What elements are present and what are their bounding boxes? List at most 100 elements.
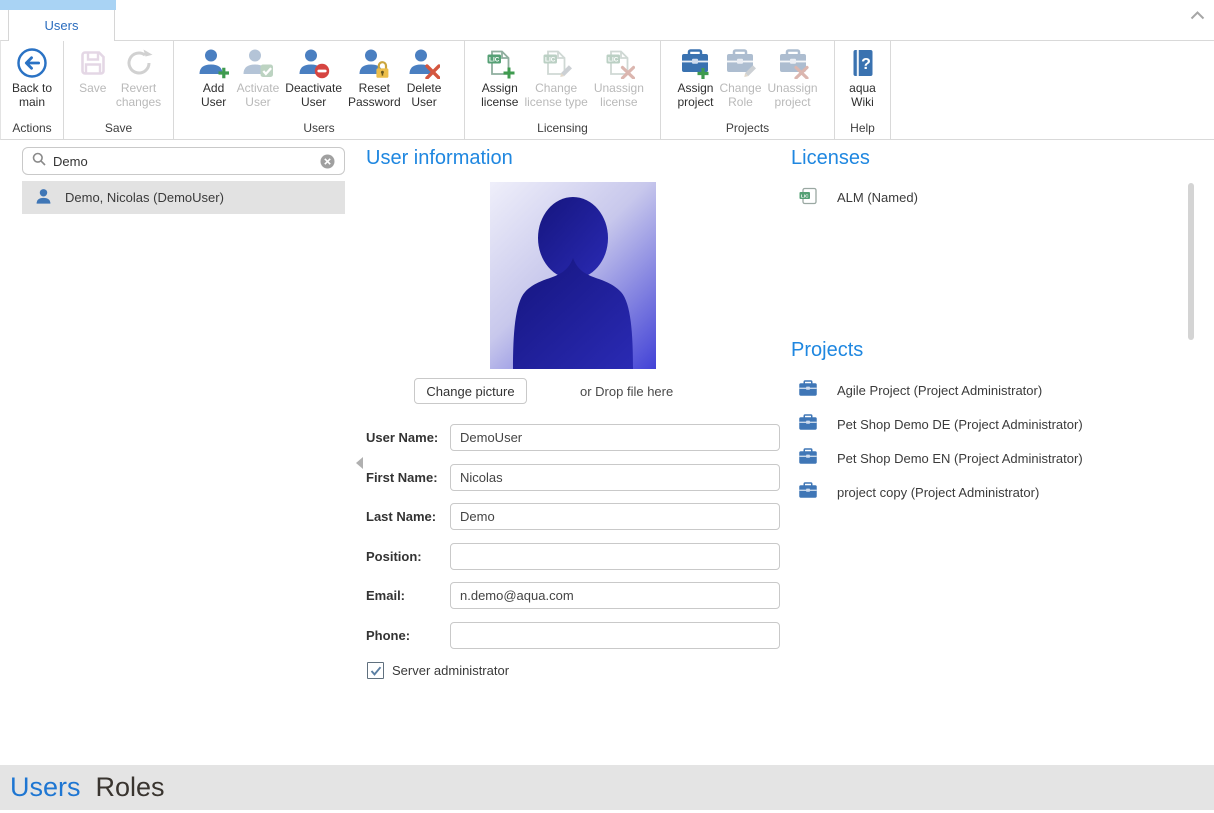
floppy-disk-icon	[76, 46, 110, 80]
user-check-icon	[241, 46, 275, 80]
user-avatar	[490, 182, 656, 369]
ribbon-group-label: Licensing	[465, 120, 660, 139]
user-delete-icon	[407, 46, 441, 80]
field-label: User Name:	[366, 430, 450, 445]
ribbon-collapse-chevron-icon[interactable]	[1190, 7, 1205, 25]
project-item[interactable]: project copy (Project Administrator)	[798, 482, 1039, 502]
back-arrow-icon	[15, 46, 49, 80]
form-row-position: Position:	[366, 543, 780, 570]
briefcase-icon	[798, 482, 818, 502]
button-label: Unassign project	[768, 81, 818, 109]
footer-tab-users[interactable]: Users	[10, 772, 81, 803]
project-item[interactable]: Pet Shop Demo EN (Project Administrator)	[798, 448, 1083, 468]
ribbon-group-label: Save	[64, 120, 173, 139]
button-label: Activate User	[237, 81, 280, 109]
save-button[interactable]: Save	[73, 44, 113, 97]
license-icon: LIC	[798, 187, 818, 208]
change-role-button[interactable]: Change Role	[716, 44, 764, 111]
ribbon-tab-label: Users	[45, 18, 79, 33]
user-lock-icon	[357, 46, 391, 80]
button-label: Deactivate User	[285, 81, 342, 109]
collapse-panel-arrow-icon[interactable]	[356, 456, 363, 474]
svg-text:LIC: LIC	[801, 193, 809, 199]
first-name-field[interactable]	[450, 464, 780, 491]
field-label: Last Name:	[366, 509, 450, 524]
revert-arrow-icon	[122, 46, 156, 80]
user-add-icon	[197, 46, 231, 80]
button-label: Save	[79, 81, 106, 95]
footer-module-bar: Users Roles	[0, 765, 1214, 810]
field-label: Phone:	[366, 628, 450, 643]
phone-field[interactable]	[450, 622, 780, 649]
drop-file-hint: or Drop file here	[580, 384, 673, 399]
user-name-field[interactable]	[450, 424, 780, 451]
assign-project-button[interactable]: Assign project	[674, 44, 716, 111]
delete-user-button[interactable]: Delete User	[404, 44, 445, 111]
field-label: Position:	[366, 549, 450, 564]
button-label: Delete User	[407, 81, 442, 109]
form-row-email: Email:	[366, 582, 780, 609]
clear-search-icon[interactable]	[320, 154, 335, 169]
ribbon-group-help: ? aqua Wiki Help	[835, 41, 891, 139]
project-item-label: Pet Shop Demo EN (Project Administrator)	[837, 451, 1083, 466]
briefcase-remove-icon	[776, 46, 810, 80]
email-field[interactable]	[450, 582, 780, 609]
back-to-main-button[interactable]: Back to main	[9, 44, 55, 111]
position-field[interactable]	[450, 543, 780, 570]
wiki-book-icon: ?	[846, 46, 880, 80]
button-label: Assign project	[677, 81, 713, 109]
button-label: Revert changes	[116, 81, 161, 109]
unassign-project-button[interactable]: Unassign project	[765, 44, 821, 111]
ribbon-group-save: Save Revert changes Save	[64, 41, 174, 139]
project-item[interactable]: Agile Project (Project Administrator)	[798, 380, 1042, 400]
project-item-label: Pet Shop Demo DE (Project Administrator)	[837, 417, 1083, 432]
button-label: Reset Password	[348, 81, 401, 109]
license-remove-icon: LIC	[602, 46, 636, 80]
change-picture-button[interactable]: Change picture	[414, 378, 527, 404]
ribbon-group-actions: Back to main Actions	[1, 41, 64, 139]
svg-text:?: ?	[861, 56, 871, 73]
search-input[interactable]	[53, 154, 320, 169]
briefcase-edit-icon	[723, 46, 757, 80]
button-label: Back to main	[12, 81, 52, 109]
add-user-button[interactable]: Add User	[194, 44, 234, 111]
user-information-title: User information	[366, 147, 513, 170]
ribbon-toolbar: Back to main Actions Save	[0, 40, 1214, 140]
license-edit-icon: LIC	[539, 46, 573, 80]
ribbon-group-licensing: LIC Assign license LIC	[465, 41, 661, 139]
user-management-window: Users Back to main Actions	[0, 0, 1214, 813]
footer-tab-roles[interactable]: Roles	[96, 772, 165, 803]
briefcase-icon	[798, 448, 818, 468]
button-label: Change Role	[719, 81, 761, 109]
server-administrator-checkbox[interactable]	[367, 662, 384, 679]
deactivate-user-button[interactable]: Deactivate User	[282, 44, 345, 111]
ribbon-group-projects: Assign project Change Role	[661, 41, 835, 139]
license-item[interactable]: LIC ALM (Named)	[798, 187, 918, 208]
revert-changes-button[interactable]: Revert changes	[113, 44, 164, 111]
server-administrator-row: Server administrator	[367, 662, 509, 679]
window-title-strip	[0, 0, 116, 10]
svg-text:LIC: LIC	[489, 56, 500, 63]
form-row-phone: Phone:	[366, 622, 780, 649]
licenses-title: Licenses	[791, 147, 870, 170]
project-item[interactable]: Pet Shop Demo DE (Project Administrator)	[798, 414, 1083, 434]
button-label: aqua Wiki	[849, 81, 876, 109]
reset-password-button[interactable]: Reset Password	[345, 44, 404, 111]
assign-license-button[interactable]: LIC Assign license	[478, 44, 521, 111]
user-search-box	[22, 147, 345, 175]
licenses-scrollbar-thumb[interactable]	[1188, 183, 1194, 340]
ribbon-group-users: Add User Activate User	[174, 41, 465, 139]
button-label: Add User	[201, 81, 226, 109]
activate-user-button[interactable]: Activate User	[234, 44, 283, 111]
projects-title: Projects	[791, 339, 863, 362]
form-row-user-name: User Name:	[366, 424, 780, 451]
project-item-label: Agile Project (Project Administrator)	[837, 383, 1042, 398]
user-list-item-selected[interactable]: Demo, Nicolas (DemoUser)	[22, 181, 345, 214]
button-label: Assign license	[481, 81, 518, 109]
change-license-type-button[interactable]: LIC Change license type	[521, 44, 590, 111]
aqua-wiki-button[interactable]: ? aqua Wiki	[843, 44, 883, 111]
last-name-field[interactable]	[450, 503, 780, 530]
unassign-license-button[interactable]: LIC Unassign license	[591, 44, 647, 111]
checkbox-check-icon	[370, 666, 382, 676]
ribbon-tab-users[interactable]: Users	[8, 10, 115, 41]
